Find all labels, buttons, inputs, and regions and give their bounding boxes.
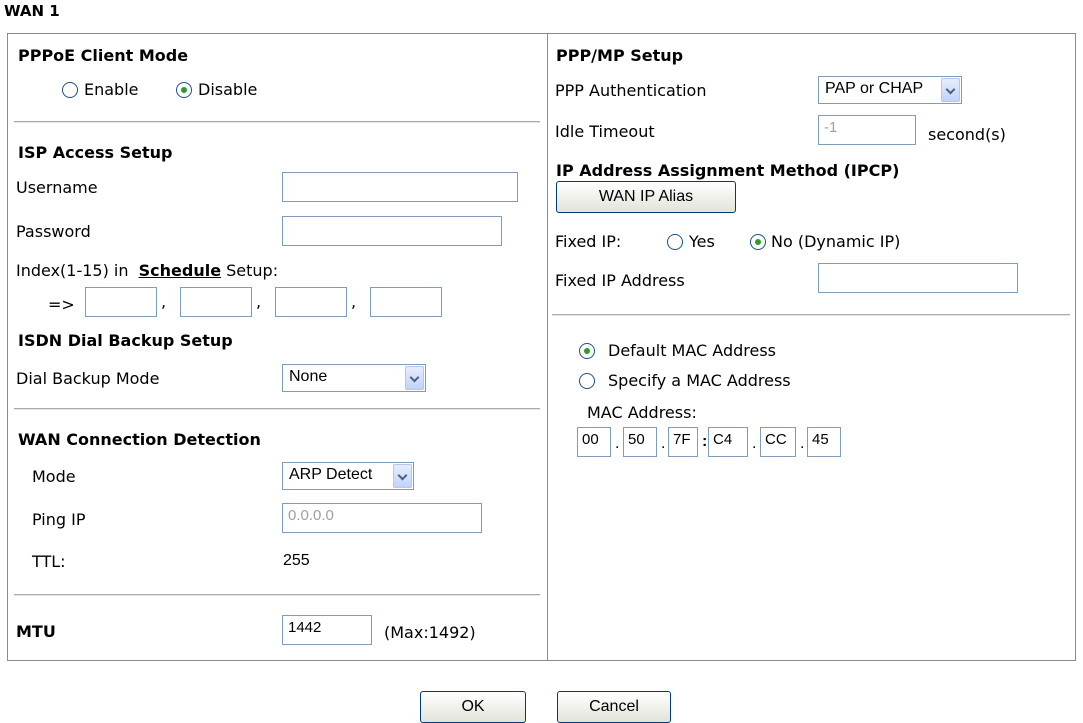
divider [14, 594, 540, 596]
fixed-ip-address-label: Fixed IP Address [555, 271, 685, 290]
username-label: Username [16, 178, 98, 197]
chevron-down-icon[interactable] [941, 78, 960, 102]
fixed-ip-label: Fixed IP: [555, 232, 622, 251]
ip-assignment-heading: IP Address Assignment Method (IPCP) [556, 161, 900, 180]
password-label: Password [16, 222, 91, 241]
cancel-button[interactable]: Cancel [557, 691, 671, 723]
pppoe-disable-radio[interactable] [176, 82, 192, 98]
divider [552, 314, 1070, 316]
fixed-ip-no-radio[interactable] [750, 234, 766, 250]
pppoe-enable-label: Enable [84, 80, 139, 99]
idle-timeout-input[interactable]: -1 [818, 115, 916, 145]
schedule-link[interactable]: Schedule [139, 261, 221, 280]
panel-divider [547, 34, 548, 660]
dial-backup-mode-label: Dial Backup Mode [16, 369, 160, 388]
divider [14, 408, 540, 410]
schedule-arrow: => [48, 295, 75, 314]
username-input[interactable] [282, 172, 518, 202]
mac-separator: . [800, 435, 805, 452]
mac-separator: : [702, 433, 708, 450]
mtu-input[interactable]: 1442 [282, 615, 372, 645]
mtu-label: MTU [16, 622, 56, 641]
ppp-heading: PPP/MP Setup [556, 46, 684, 65]
mac-separator: . [661, 435, 666, 452]
mac-octet-3[interactable]: 7F [668, 427, 698, 457]
ok-button[interactable]: OK [420, 691, 526, 723]
mtu-hint: (Max:1492) [384, 623, 476, 642]
ttl-value: 255 [283, 552, 310, 569]
specify-mac-label: Specify a MAC Address [608, 371, 791, 390]
fixed-ip-yes-label: Yes [689, 232, 715, 251]
chevron-down-icon[interactable] [405, 366, 424, 390]
ppp-auth-select[interactable]: PAP or CHAP [818, 76, 962, 104]
pppoe-heading: PPPoE Client Mode [18, 46, 189, 65]
idle-timeout-label: Idle Timeout [555, 122, 655, 141]
detection-mode-label: Mode [32, 467, 76, 486]
detection-heading: WAN Connection Detection [18, 430, 261, 449]
fixed-ip-yes-radio[interactable] [667, 234, 683, 250]
mac-separator: . [615, 435, 620, 452]
schedule-index-2[interactable] [180, 287, 252, 317]
chevron-down-icon[interactable] [393, 464, 412, 488]
isdn-heading: ISDN Dial Backup Setup [18, 331, 233, 350]
schedule-index-4[interactable] [370, 287, 442, 317]
ttl-label: TTL: [32, 552, 66, 571]
mac-octet-4[interactable]: C4 [708, 427, 748, 457]
default-mac-label: Default MAC Address [608, 341, 776, 360]
mac-octet-1[interactable]: 00 [577, 427, 611, 457]
detection-mode-value: ARP Detect [289, 466, 373, 483]
schedule-prefix: Index(1-15) in [16, 261, 129, 280]
dial-backup-mode-select[interactable]: None [282, 364, 426, 392]
fixed-ip-address-input[interactable] [818, 263, 1018, 293]
dial-backup-mode-value: None [289, 368, 328, 385]
mac-octet-2[interactable]: 50 [623, 427, 657, 457]
detection-mode-select[interactable]: ARP Detect [282, 462, 414, 490]
divider [14, 121, 540, 123]
mac-separator: . [752, 435, 757, 452]
mac-octet-5[interactable]: CC [760, 427, 796, 457]
specify-mac-radio[interactable] [579, 373, 595, 389]
schedule-index-1[interactable] [85, 287, 157, 317]
pppoe-disable-label: Disable [198, 80, 258, 99]
ppp-auth-label: PPP Authentication [555, 81, 707, 100]
pppoe-enable-radio[interactable] [62, 82, 78, 98]
schedule-index-text: Index(1-15) in Schedule Setup: [16, 261, 278, 280]
mac-octet-6[interactable]: 45 [807, 427, 841, 457]
ping-ip-input[interactable]: 0.0.0.0 [282, 503, 482, 533]
mac-address-label: MAC Address: [587, 403, 697, 422]
wan-ip-alias-button[interactable]: WAN IP Alias [556, 181, 736, 213]
ppp-auth-value: PAP or CHAP [825, 80, 924, 97]
default-mac-radio[interactable] [579, 343, 595, 359]
schedule-sep: , [256, 292, 262, 311]
schedule-suffix: Setup: [226, 261, 279, 280]
idle-timeout-unit: second(s) [928, 125, 1006, 144]
isp-heading: ISP Access Setup [18, 143, 173, 162]
schedule-sep: , [351, 292, 357, 311]
ping-ip-label: Ping IP [32, 510, 86, 529]
schedule-sep: , [161, 292, 167, 311]
schedule-index-3[interactable] [275, 287, 347, 317]
fixed-ip-no-label: No (Dynamic IP) [771, 232, 901, 251]
page-title: WAN 1 [4, 2, 60, 20]
password-input[interactable] [282, 216, 502, 246]
